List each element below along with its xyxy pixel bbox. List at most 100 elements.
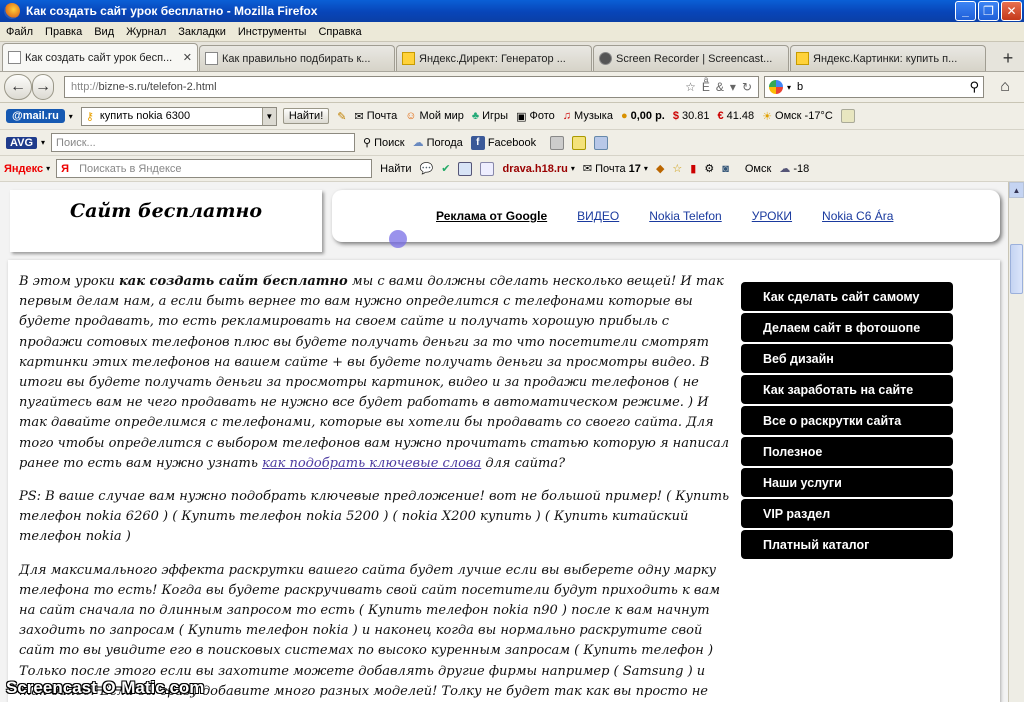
grid-icon[interactable]	[480, 161, 495, 176]
scroll-up-arrow-icon[interactable]: ▲	[1009, 182, 1024, 198]
magnifier-icon[interactable]: ⚲	[969, 79, 979, 95]
site-link[interactable]: drava.h18.ru ▾	[502, 163, 574, 175]
dropdown-arrow-icon[interactable]: ▾	[730, 80, 736, 94]
chevron-down-icon[interactable]: ▼	[261, 107, 276, 125]
tab-label: Как создать сайт урок бесп...	[25, 51, 173, 64]
menu-item-promotion[interactable]: Все о раскрутки сайта	[741, 406, 953, 435]
speech-bubble-icon[interactable]: 💬	[420, 162, 434, 175]
avg-search-button[interactable]: ⚲ Поиск	[363, 136, 405, 150]
minimize-button[interactable]: _	[955, 1, 976, 21]
back-arrow-icon[interactable]: ←	[4, 74, 32, 100]
yandex-search-input[interactable]: Я Поискать в Яндексе	[56, 159, 373, 178]
usd-widget[interactable]: $30.81	[673, 110, 710, 122]
eur-widget[interactable]: €41.48	[718, 110, 755, 122]
keywords-article-link[interactable]: как подобрать ключевые слова	[262, 456, 481, 471]
dropdown-arrow-icon[interactable]: ▾	[46, 164, 50, 173]
yandex-logo[interactable]: Яндекс	[4, 163, 43, 175]
calculator-icon[interactable]	[550, 135, 565, 150]
tab-bar: Как создать сайт урок бесп... ✕ Как прав…	[0, 42, 1024, 72]
site-title[interactable]: Сайт бесплатно	[10, 200, 322, 222]
avg-search-input[interactable]: Поиск...	[51, 133, 356, 152]
notes-icon[interactable]	[572, 135, 587, 150]
menu-item-services[interactable]: Наши услуги	[741, 468, 953, 497]
reload-icon[interactable]: ↻	[742, 80, 752, 94]
menu-bookmarks[interactable]: Закладки	[172, 26, 232, 38]
yandex-y-icon: Я	[61, 162, 70, 175]
tab-4[interactable]: Screen Recorder | Screencast...	[593, 45, 789, 71]
tools-icon[interactable]	[594, 135, 609, 150]
avg-weather-button[interactable]: ☁ Погода	[413, 136, 463, 150]
bag-icon[interactable]: ◆	[656, 162, 664, 175]
window-title: Как создать сайт урок бесплатно - Mozill…	[26, 4, 318, 18]
ad-link-lessons[interactable]: УРОКИ	[752, 209, 792, 223]
menu-file[interactable]: Файл	[0, 26, 39, 38]
check-icon[interactable]: ✔	[441, 162, 450, 175]
games-link[interactable]: ♣ Игры	[472, 110, 508, 122]
menu-item-paid-catalog[interactable]: Платный каталог	[741, 530, 953, 559]
url-bar[interactable]: http:// bizne-s.ru/telefon-2.html ☆ Eͣ &…	[64, 76, 759, 98]
search-input[interactable]: ▾ b ⚲	[764, 76, 984, 98]
tab-1[interactable]: Как создать сайт урок бесп... ✕	[2, 43, 198, 71]
tab-5[interactable]: Яндекс.Картинки: купить п...	[790, 45, 986, 71]
weather-city[interactable]: Омск	[745, 163, 771, 175]
book-icon[interactable]: ▮	[690, 162, 696, 175]
url-text: bizne-s.ru/telefon-2.html	[98, 81, 217, 93]
search-engine-arrow-icon[interactable]: ▾	[787, 83, 791, 92]
yandex-mail-link[interactable]: ✉ Почта 17 ▾	[583, 162, 648, 176]
forward-arrow-icon[interactable]: →	[32, 74, 54, 100]
tab-3[interactable]: Яндекс.Директ: Генератор ...	[396, 45, 592, 71]
mailru-logo[interactable]: @mail.ru	[6, 109, 65, 123]
new-tab-plus-icon[interactable]: +	[996, 45, 1020, 71]
menu-history[interactable]: Журнал	[120, 26, 172, 38]
ads-by-google-link[interactable]: Реклама от Google	[436, 209, 547, 223]
translate-icon[interactable]	[458, 161, 473, 176]
tab-label: Как правильно подбирать к...	[222, 52, 371, 65]
dropdown-arrow-icon[interactable]: ▾	[69, 112, 73, 121]
translate-icon[interactable]: Eͣ	[702, 80, 710, 94]
ad-link-video[interactable]: ВИДЕО	[577, 209, 619, 223]
menu-item-vip[interactable]: VIP раздел	[741, 499, 953, 528]
mailru-find-button[interactable]: Найти!	[282, 108, 330, 124]
settings-icon[interactable]	[840, 109, 855, 123]
music-link[interactable]: ♫ Музыка	[563, 110, 613, 122]
yandex-find-button[interactable]: Найти	[380, 163, 411, 175]
scrollbar-thumb[interactable]	[1010, 244, 1023, 294]
photo-link[interactable]: ▣ Фото	[516, 110, 555, 123]
mail-link[interactable]: ✉ Почта	[354, 110, 397, 123]
maximize-button[interactable]: ❐	[978, 1, 999, 21]
bookmark-star-icon[interactable]: ☆	[685, 80, 696, 94]
home-icon[interactable]: ⌂	[992, 76, 1018, 98]
money-widget[interactable]: ● 0,00 р.	[621, 110, 665, 122]
screencast-watermark: Screencast-O-Matic.com	[6, 678, 205, 697]
ad-link-nokia-c6[interactable]: Nokia C6 Ára	[822, 209, 893, 223]
photo-icon: ▣	[516, 110, 527, 123]
tab-2[interactable]: Как правильно подбирать к...	[199, 45, 395, 71]
menu-item-web-design[interactable]: Веб дизайн	[741, 344, 953, 373]
my-world-link[interactable]: ☺ Мой мир	[405, 110, 464, 122]
menu-item-photoshop[interactable]: Делаем сайт в фотошопе	[741, 313, 953, 342]
ampersand-icon[interactable]: &	[716, 80, 724, 94]
dropdown-arrow-icon[interactable]: ▾	[41, 138, 45, 147]
menu-item-useful[interactable]: Полезное	[741, 437, 953, 466]
ad-links-bar: Реклама от Google ВИДЕО Nokia Telefon УР…	[332, 190, 1000, 242]
menu-edit[interactable]: Правка	[39, 26, 88, 38]
avg-logo[interactable]: AVG	[6, 136, 38, 149]
tab-label: Screen Recorder | Screencast...	[616, 52, 773, 65]
facebook-button[interactable]: f Facebook	[470, 135, 536, 150]
weather-widget[interactable]: ☀ Омск -17°С	[762, 110, 833, 123]
weather-temp[interactable]: ☁ -18	[779, 162, 809, 176]
star-icon[interactable]: ☆	[672, 162, 682, 175]
camera-icon[interactable]: ◙	[722, 163, 729, 175]
menu-help[interactable]: Справка	[312, 26, 367, 38]
gear-icon[interactable]: ⚙	[704, 162, 714, 175]
menu-item-make-site[interactable]: Как сделать сайт самому	[741, 282, 953, 311]
menu-view[interactable]: Вид	[88, 26, 120, 38]
close-button[interactable]: ✕	[1001, 1, 1022, 21]
vertical-scrollbar[interactable]: ▲	[1008, 182, 1024, 702]
menu-item-earn[interactable]: Как заработать на сайте	[741, 375, 953, 404]
pencil-icon[interactable]: ✎	[337, 110, 346, 123]
menu-tools[interactable]: Инструменты	[232, 26, 313, 38]
mailru-search-combo[interactable]: ⚷ купить nokia 6300 ▼	[80, 106, 277, 126]
tab-close-icon[interactable]: ✕	[180, 51, 192, 64]
ad-link-nokia-telefon[interactable]: Nokia Telefon	[649, 209, 722, 223]
